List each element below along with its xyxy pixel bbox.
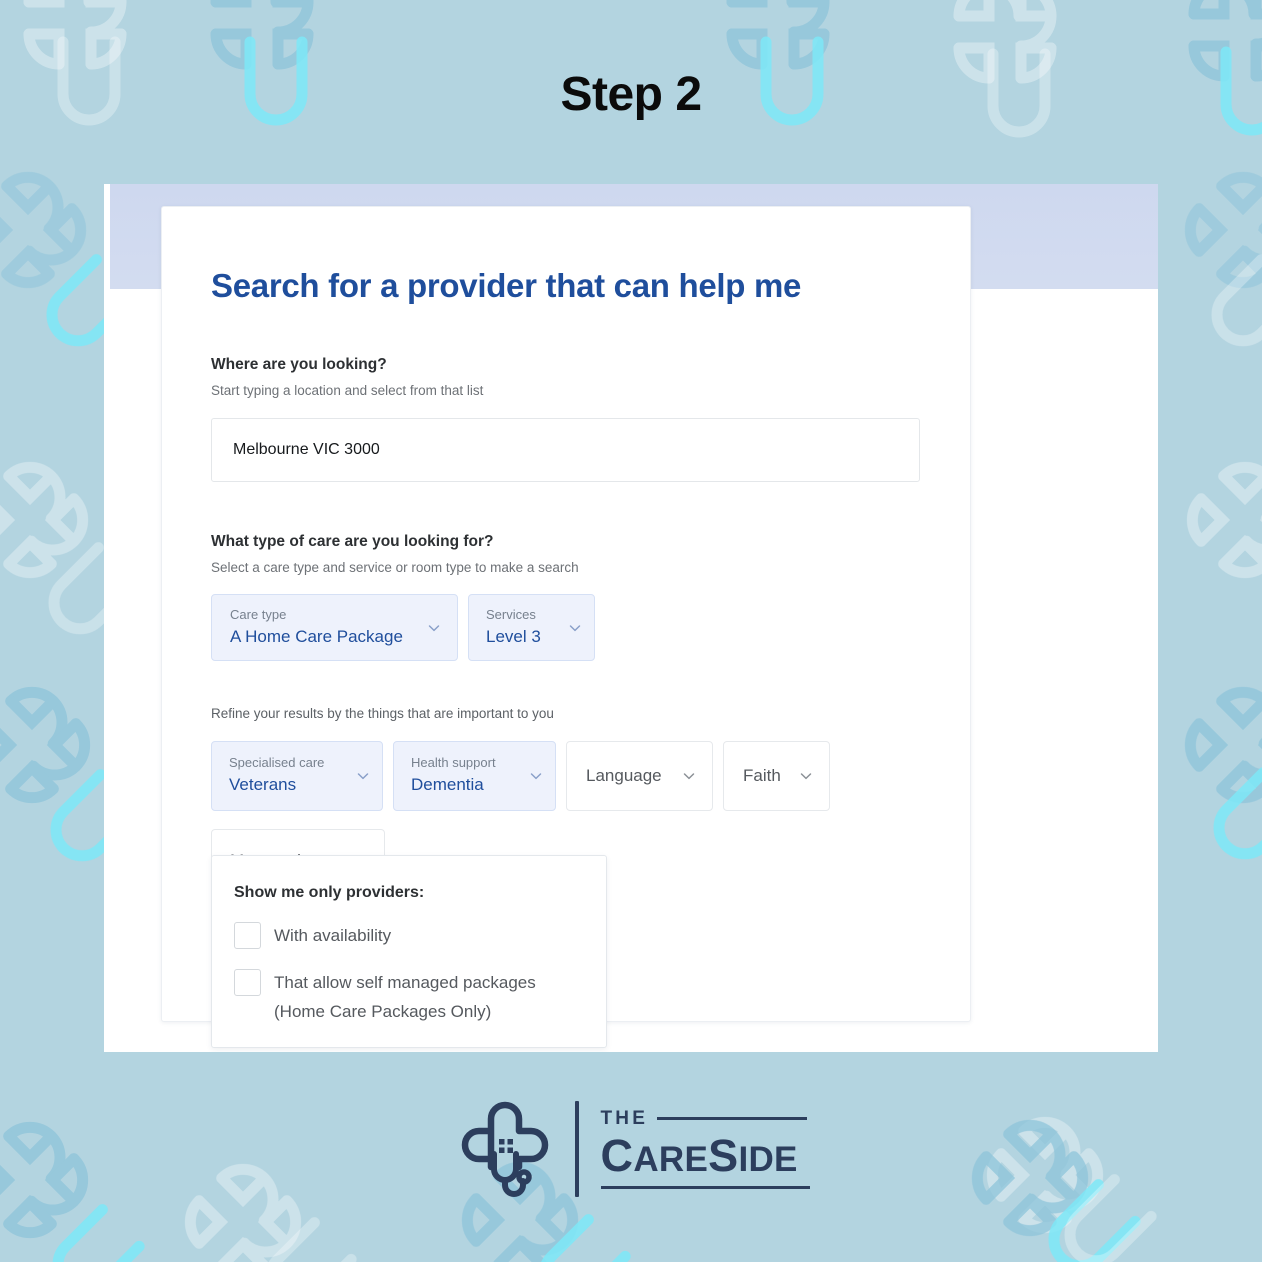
specialised-care-label: Specialised care	[229, 755, 325, 771]
search-card: Search for a provider that can help me W…	[161, 206, 971, 1049]
care-type-dropdown[interactable]: Care type A Home Care Package	[211, 594, 458, 662]
checkbox-box[interactable]	[234, 968, 261, 996]
location-input[interactable]	[211, 417, 920, 482]
services-dropdown-value: Level 3	[486, 627, 541, 647]
faith-dropdown[interactable]: Faith	[723, 740, 830, 811]
care-type-hint: Select a care type and service or room t…	[211, 559, 579, 575]
chevron-down-icon	[427, 621, 441, 635]
location-hint: Start typing a location and select from …	[211, 383, 484, 399]
health-support-dropdown[interactable]: Health support Dementia	[393, 740, 556, 811]
logo-name-ide: IDE	[738, 1139, 798, 1179]
faith-dropdown-label: Faith	[743, 765, 781, 785]
checkbox-with-availability[interactable]: With availability	[234, 921, 584, 951]
location-field-block: Where are you looking? Start typing a lo…	[211, 355, 921, 482]
more-options-panel-title: Show me only providers:	[234, 884, 425, 901]
care-type-label: What type of care are you looking for?	[211, 532, 494, 550]
card-title: Search for a provider that can help me	[211, 267, 802, 304]
checkbox-label: That allow self managed packages (Home C…	[274, 972, 536, 1022]
care-type-dropdown-value: A Home Care Package	[230, 627, 403, 647]
health-support-label: Health support	[411, 755, 496, 771]
care-type-chip-row: Care type A Home Care Package Services L…	[211, 594, 921, 662]
logo-name-are: ARE	[633, 1139, 709, 1179]
checkbox-label: With availability	[274, 925, 392, 945]
chevron-down-icon	[529, 769, 543, 783]
checkbox-box[interactable]	[234, 921, 261, 949]
logo-divider	[574, 1101, 579, 1197]
chevron-down-icon	[356, 769, 370, 783]
logo-name-text: CARESIDE	[601, 1132, 810, 1179]
refine-chip-row: Specialised care Veterans Health support…	[211, 740, 921, 811]
more-options-panel: Show me only providers: With availabilit…	[211, 855, 607, 1049]
site-frame: Search for a provider that can help me W…	[104, 184, 1158, 1052]
footer-logo: THE CARESIDE	[0, 1097, 1262, 1201]
chevron-down-icon	[799, 769, 813, 783]
services-dropdown-label: Services	[486, 607, 536, 623]
health-support-value: Dementia	[411, 775, 484, 795]
logo-top-rule	[657, 1116, 808, 1120]
checkbox-self-managed-packages[interactable]: That allow self managed packages (Home C…	[234, 968, 584, 1028]
chevron-down-icon	[682, 769, 696, 783]
services-dropdown[interactable]: Services Level 3	[468, 594, 595, 662]
care-type-dropdown-label: Care type	[230, 607, 287, 623]
specialised-care-dropdown[interactable]: Specialised care Veterans	[211, 740, 383, 811]
care-type-field-block: What type of care are you looking for? S…	[211, 532, 921, 662]
refine-hint: Refine your results by the things that a…	[211, 706, 554, 722]
chevron-down-icon	[568, 621, 582, 635]
logo-name-c: C	[600, 1129, 634, 1181]
language-dropdown-label: Language	[586, 765, 662, 785]
logo-bottom-rule	[600, 1186, 810, 1190]
page-title: Step 2	[560, 68, 702, 121]
language-dropdown[interactable]: Language	[566, 740, 713, 811]
careside-mark-icon	[461, 1101, 548, 1197]
logo-name-s: S	[708, 1129, 739, 1181]
location-label: Where are you looking?	[211, 355, 387, 373]
specialised-care-value: Veterans	[229, 775, 297, 795]
logo-the-text: THE	[600, 1107, 649, 1129]
